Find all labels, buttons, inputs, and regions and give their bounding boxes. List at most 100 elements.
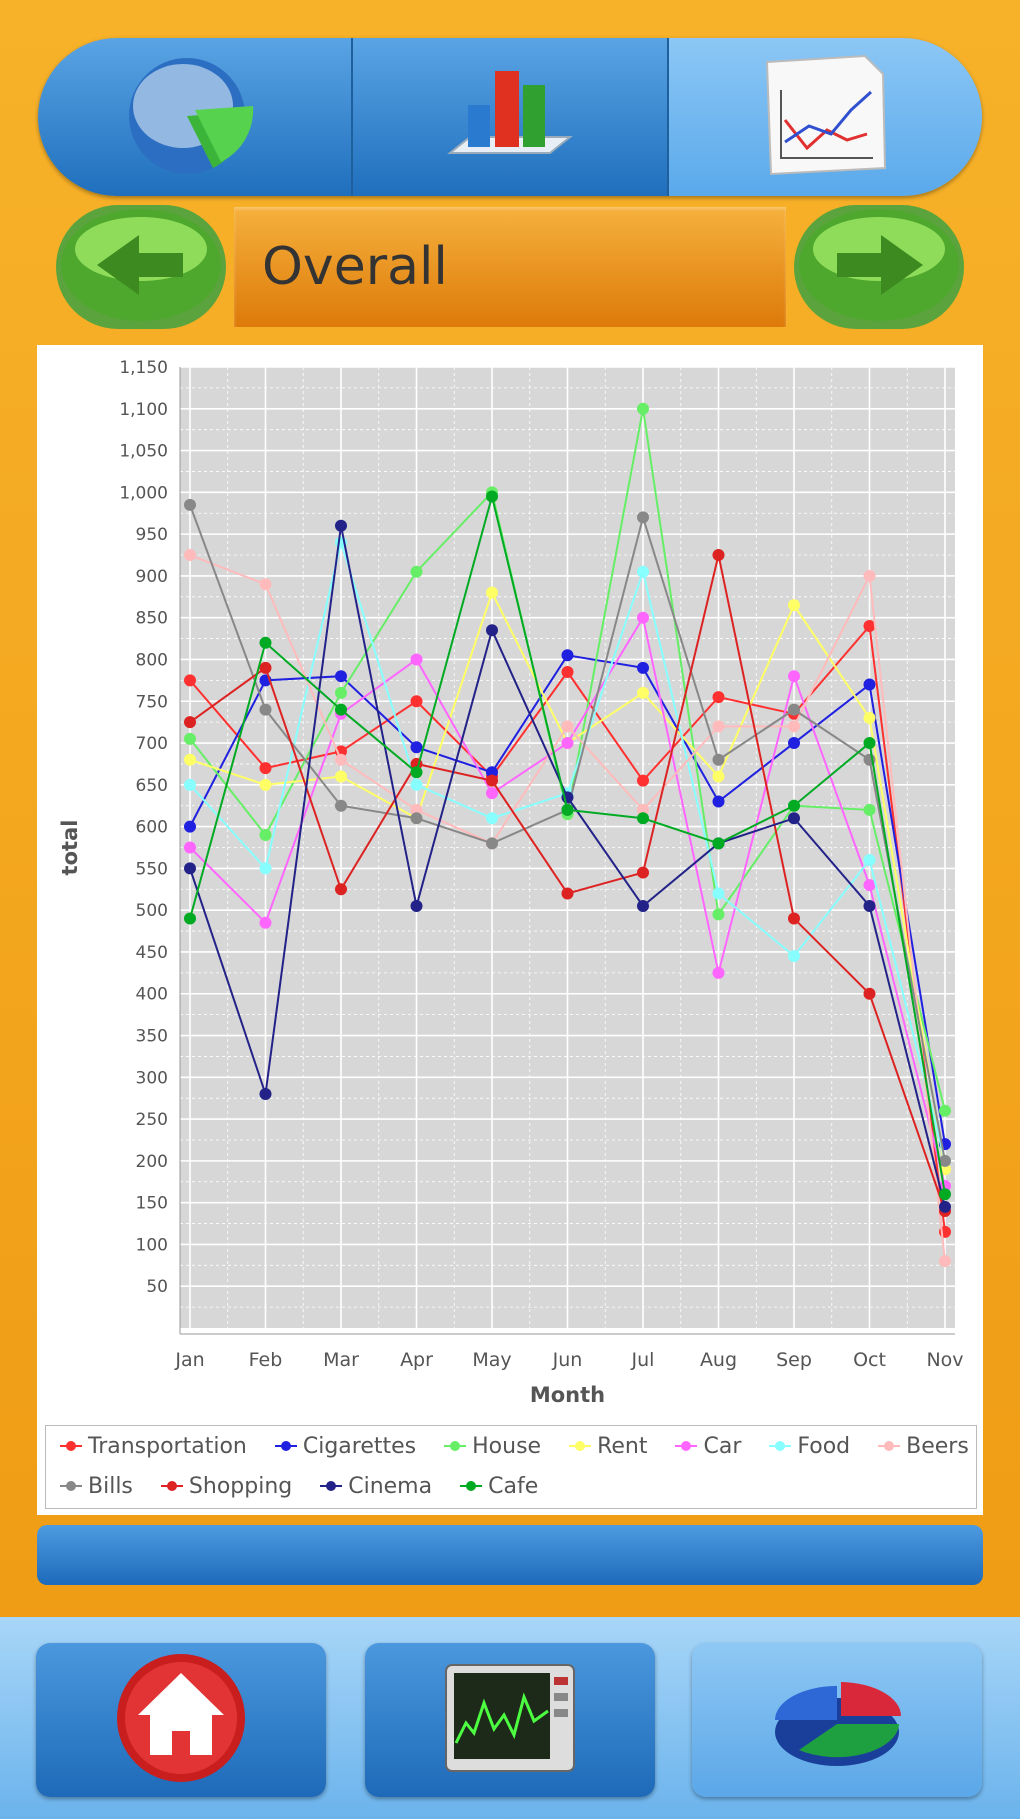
data-point bbox=[637, 511, 649, 524]
data-point bbox=[410, 899, 423, 912]
data-point bbox=[863, 879, 876, 892]
x-tick-label: Oct bbox=[853, 1349, 886, 1371]
arrow-left-icon bbox=[57, 205, 225, 329]
y-tick-label: 350 bbox=[136, 1027, 168, 1047]
data-point bbox=[788, 737, 800, 750]
trend-monitor-button[interactable] bbox=[365, 1643, 655, 1797]
legend-item: Rent bbox=[569, 1434, 647, 1459]
pie-summary-button[interactable] bbox=[692, 1643, 982, 1797]
data-point bbox=[259, 578, 272, 591]
data-point bbox=[939, 1188, 951, 1201]
data-point bbox=[788, 799, 800, 812]
tab-pie-chart[interactable] bbox=[38, 38, 354, 196]
data-point bbox=[788, 703, 800, 716]
data-point bbox=[788, 950, 800, 963]
legend-label: Cinema bbox=[348, 1473, 433, 1499]
line-chart-icon bbox=[755, 50, 895, 184]
data-point bbox=[712, 720, 725, 733]
y-tick-label: 100 bbox=[136, 1235, 168, 1255]
legend-marker bbox=[320, 1481, 343, 1491]
y-tick-label: 700 bbox=[136, 734, 168, 754]
data-point bbox=[712, 837, 725, 850]
data-point bbox=[712, 691, 725, 704]
legend-item: Food bbox=[769, 1434, 850, 1459]
legend-marker bbox=[160, 1481, 183, 1491]
y-tick-label: 1,100 bbox=[119, 400, 168, 420]
x-tick-label: Feb bbox=[249, 1349, 283, 1371]
tab-line-chart[interactable] bbox=[668, 38, 982, 196]
data-point bbox=[712, 887, 725, 900]
previous-button[interactable] bbox=[56, 205, 226, 329]
data-point bbox=[863, 803, 876, 816]
legend-dot bbox=[466, 1481, 477, 1491]
y-tick-label: 250 bbox=[136, 1110, 168, 1130]
legend-row: Transportation Cigarettes House Rent Car Food… bbox=[46, 1426, 976, 1466]
legend-dot bbox=[681, 1441, 692, 1451]
y-tick-label: 1,000 bbox=[119, 483, 168, 503]
data-point bbox=[712, 770, 725, 783]
legend-label: Cigarettes bbox=[302, 1433, 417, 1459]
legend-item: Cinema bbox=[320, 1474, 432, 1499]
legend-marker bbox=[769, 1441, 792, 1451]
y-tick-label: 450 bbox=[136, 943, 168, 963]
legend-item: House bbox=[444, 1434, 541, 1459]
data-point bbox=[863, 711, 876, 724]
data-point bbox=[259, 916, 272, 929]
y-tick-label: 1,150 bbox=[119, 358, 168, 378]
data-point bbox=[637, 899, 649, 912]
y-tick-label: 200 bbox=[136, 1152, 168, 1172]
data-point bbox=[637, 774, 649, 787]
3d-pie-chart-icon bbox=[767, 1658, 907, 1782]
legend-marker bbox=[878, 1441, 901, 1451]
x-tick-label: Mar bbox=[323, 1349, 359, 1371]
legend-label: Shopping bbox=[188, 1473, 293, 1499]
bar-chart-icon bbox=[440, 55, 580, 179]
legend-marker bbox=[460, 1481, 483, 1491]
monitor-chart-icon bbox=[444, 1663, 576, 1777]
data-point bbox=[561, 720, 574, 733]
data-point bbox=[184, 753, 196, 766]
legend-item: Bills bbox=[60, 1474, 133, 1499]
data-point bbox=[184, 549, 196, 562]
home-button[interactable] bbox=[36, 1643, 326, 1797]
legend-row: Bills Shopping Cinema Cafe bbox=[46, 1466, 976, 1506]
data-point bbox=[561, 649, 574, 662]
legend-label: Food bbox=[797, 1433, 851, 1459]
data-point bbox=[863, 854, 876, 867]
legend-item: Beers bbox=[878, 1434, 969, 1459]
tab-bar-chart[interactable] bbox=[353, 38, 669, 196]
legend-label: Beers bbox=[906, 1433, 969, 1459]
y-tick-label: 500 bbox=[136, 901, 168, 921]
data-point bbox=[335, 883, 347, 896]
data-point bbox=[410, 565, 423, 578]
y-tick-label: 750 bbox=[136, 692, 168, 712]
data-point bbox=[486, 586, 498, 599]
data-point bbox=[335, 703, 347, 716]
data-point bbox=[184, 778, 196, 791]
legend-dot bbox=[884, 1441, 895, 1451]
data-point bbox=[637, 565, 649, 578]
arrow-right-icon bbox=[795, 205, 963, 329]
data-point bbox=[561, 737, 574, 750]
data-point bbox=[486, 624, 498, 637]
legend-dot bbox=[280, 1441, 291, 1451]
y-tick-label: 550 bbox=[136, 859, 168, 879]
data-point bbox=[788, 812, 800, 825]
data-point bbox=[184, 674, 196, 687]
legend-label: Rent bbox=[597, 1433, 648, 1459]
y-tick-label: 300 bbox=[136, 1068, 168, 1088]
data-point bbox=[486, 812, 498, 825]
data-point bbox=[939, 1255, 951, 1268]
data-point bbox=[712, 908, 725, 921]
data-point bbox=[863, 737, 876, 750]
data-point bbox=[335, 799, 347, 812]
data-point bbox=[712, 795, 725, 808]
data-point bbox=[335, 770, 347, 783]
x-tick-label: Jun bbox=[552, 1349, 583, 1371]
bottom-toolbar bbox=[0, 1617, 1020, 1819]
legend-marker bbox=[675, 1441, 698, 1451]
next-button[interactable] bbox=[794, 205, 964, 329]
data-point bbox=[410, 766, 423, 779]
data-point bbox=[486, 787, 498, 800]
y-tick-label: 950 bbox=[136, 525, 168, 545]
